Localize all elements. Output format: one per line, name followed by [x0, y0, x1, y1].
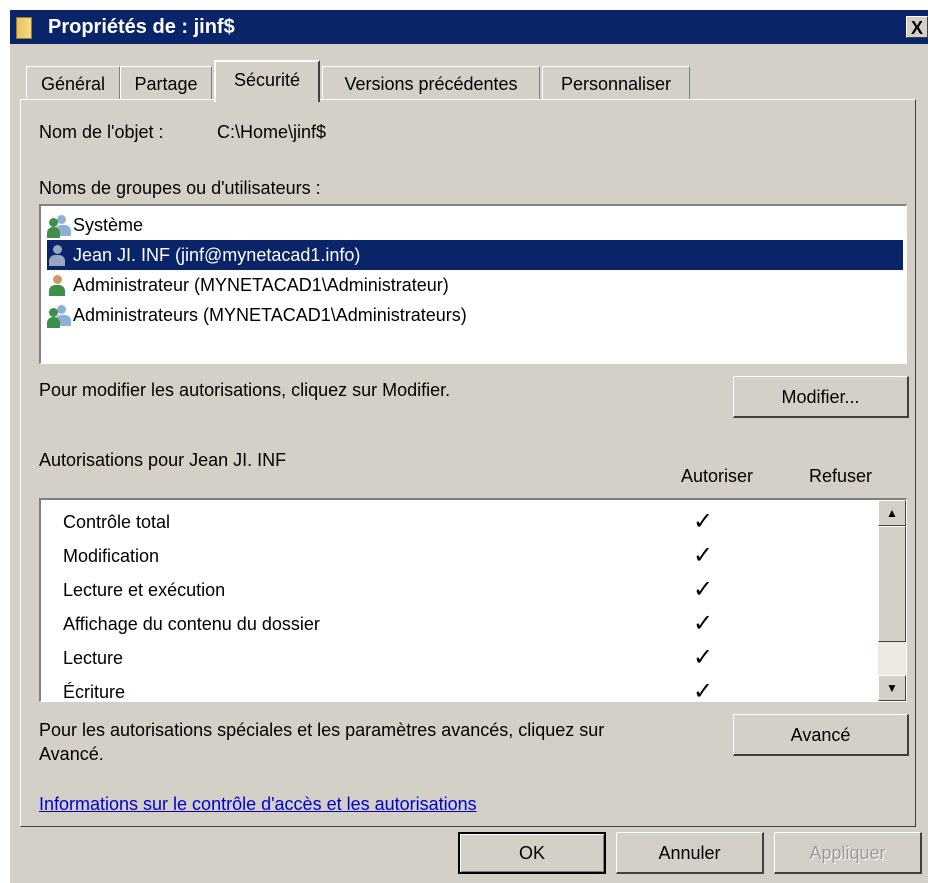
tab-customize[interactable]: Personnaliser [542, 66, 690, 100]
object-name-label: Nom de l'objet : [39, 122, 164, 142]
advanced-hint-line2: Avancé. [39, 744, 104, 764]
scroll-down-button[interactable]: ▼ [878, 675, 906, 701]
tab-sharing[interactable]: Partage [120, 66, 212, 100]
list-item-jean-jl-inf[interactable]: Jean JI. INF (jinf@mynetacad1.info) [47, 240, 903, 270]
allow-check-icon: ✓ [693, 644, 714, 671]
tab-security[interactable]: Sécurité [214, 60, 320, 102]
object-name-value: C:\Home\jinf$ [217, 122, 327, 142]
group-icon [47, 215, 71, 239]
allow-header: Autoriser [681, 466, 754, 486]
modify-button[interactable]: Modifier... [733, 376, 909, 418]
permissions-list[interactable]: Contrôle total ✓ Modification ✓ Lecture … [39, 498, 907, 702]
list-item-administrateurs[interactable]: Administrateurs (MYNETACAD1\Administrate… [47, 300, 903, 330]
allow-check-icon: ✓ [693, 508, 714, 535]
permissions-scrollbar[interactable]: ▲ ▼ [878, 500, 906, 701]
list-item-system[interactable]: Système [47, 210, 903, 240]
tab-general[interactable]: Général [26, 66, 120, 100]
list-item-label: Système [73, 215, 144, 235]
scroll-up-button[interactable]: ▲ [878, 500, 906, 526]
permission-modify: Modification [63, 546, 160, 566]
permission-list-folder: Affichage du contenu du dossier [63, 614, 320, 634]
permission-read-execute: Lecture et exécution [63, 580, 226, 600]
permission-read: Lecture [63, 648, 124, 668]
scroll-thumb[interactable] [878, 526, 906, 642]
modify-hint: Pour modifier les autorisations, cliquez… [39, 380, 451, 400]
list-item-administrateur[interactable]: Administrateur (MYNETACAD1\Administrateu… [47, 270, 903, 300]
advanced-hint-line1: Pour les autorisations spéciales et les … [39, 720, 605, 740]
cancel-button[interactable]: Annuler [616, 832, 764, 874]
apply-button[interactable]: Appliquer [774, 832, 922, 874]
group-icon [47, 305, 71, 329]
access-control-help-link[interactable]: Informations sur le contrôle d'accès et … [39, 794, 477, 815]
window-title: Propriétés de : jinf$ [48, 16, 235, 38]
properties-dialog: Propriétés de : jinf$ X Général Partage … [10, 10, 928, 883]
permissions-title: Autorisations pour Jean JI. INF [39, 450, 287, 470]
close-button[interactable]: X [906, 16, 928, 38]
security-panel: Nom de l'objet : C:\Home\jinf$ Noms de g… [20, 99, 916, 827]
deny-header: Refuser [809, 466, 873, 486]
tab-previous-versions[interactable]: Versions précédentes [322, 66, 540, 100]
user-icon [47, 275, 69, 297]
groups-label: Noms de groupes ou d'utilisateurs : [39, 178, 321, 198]
folder-icon [16, 17, 32, 39]
list-item-label: Administrateurs (MYNETACAD1\Administrate… [73, 305, 467, 325]
allow-check-icon: ✓ [693, 542, 714, 569]
allow-check-icon: ✓ [693, 610, 714, 637]
list-item-label: Jean JI. INF (jinf@mynetacad1.info) [73, 245, 361, 265]
user-icon [47, 245, 69, 267]
list-item-label: Administrateur (MYNETACAD1\Administrateu… [73, 275, 449, 295]
title-bar[interactable]: Propriétés de : jinf$ X [10, 10, 928, 44]
permission-full-control: Contrôle total [63, 512, 171, 532]
allow-check-icon: ✓ [693, 678, 714, 702]
allow-check-icon: ✓ [693, 576, 714, 603]
advanced-button[interactable]: Avancé [733, 714, 909, 756]
groups-list[interactable]: Système Jean JI. INF (jinf@mynetacad1.in… [39, 204, 907, 364]
permission-write: Écriture [63, 682, 126, 702]
ok-button[interactable]: OK [458, 832, 606, 874]
